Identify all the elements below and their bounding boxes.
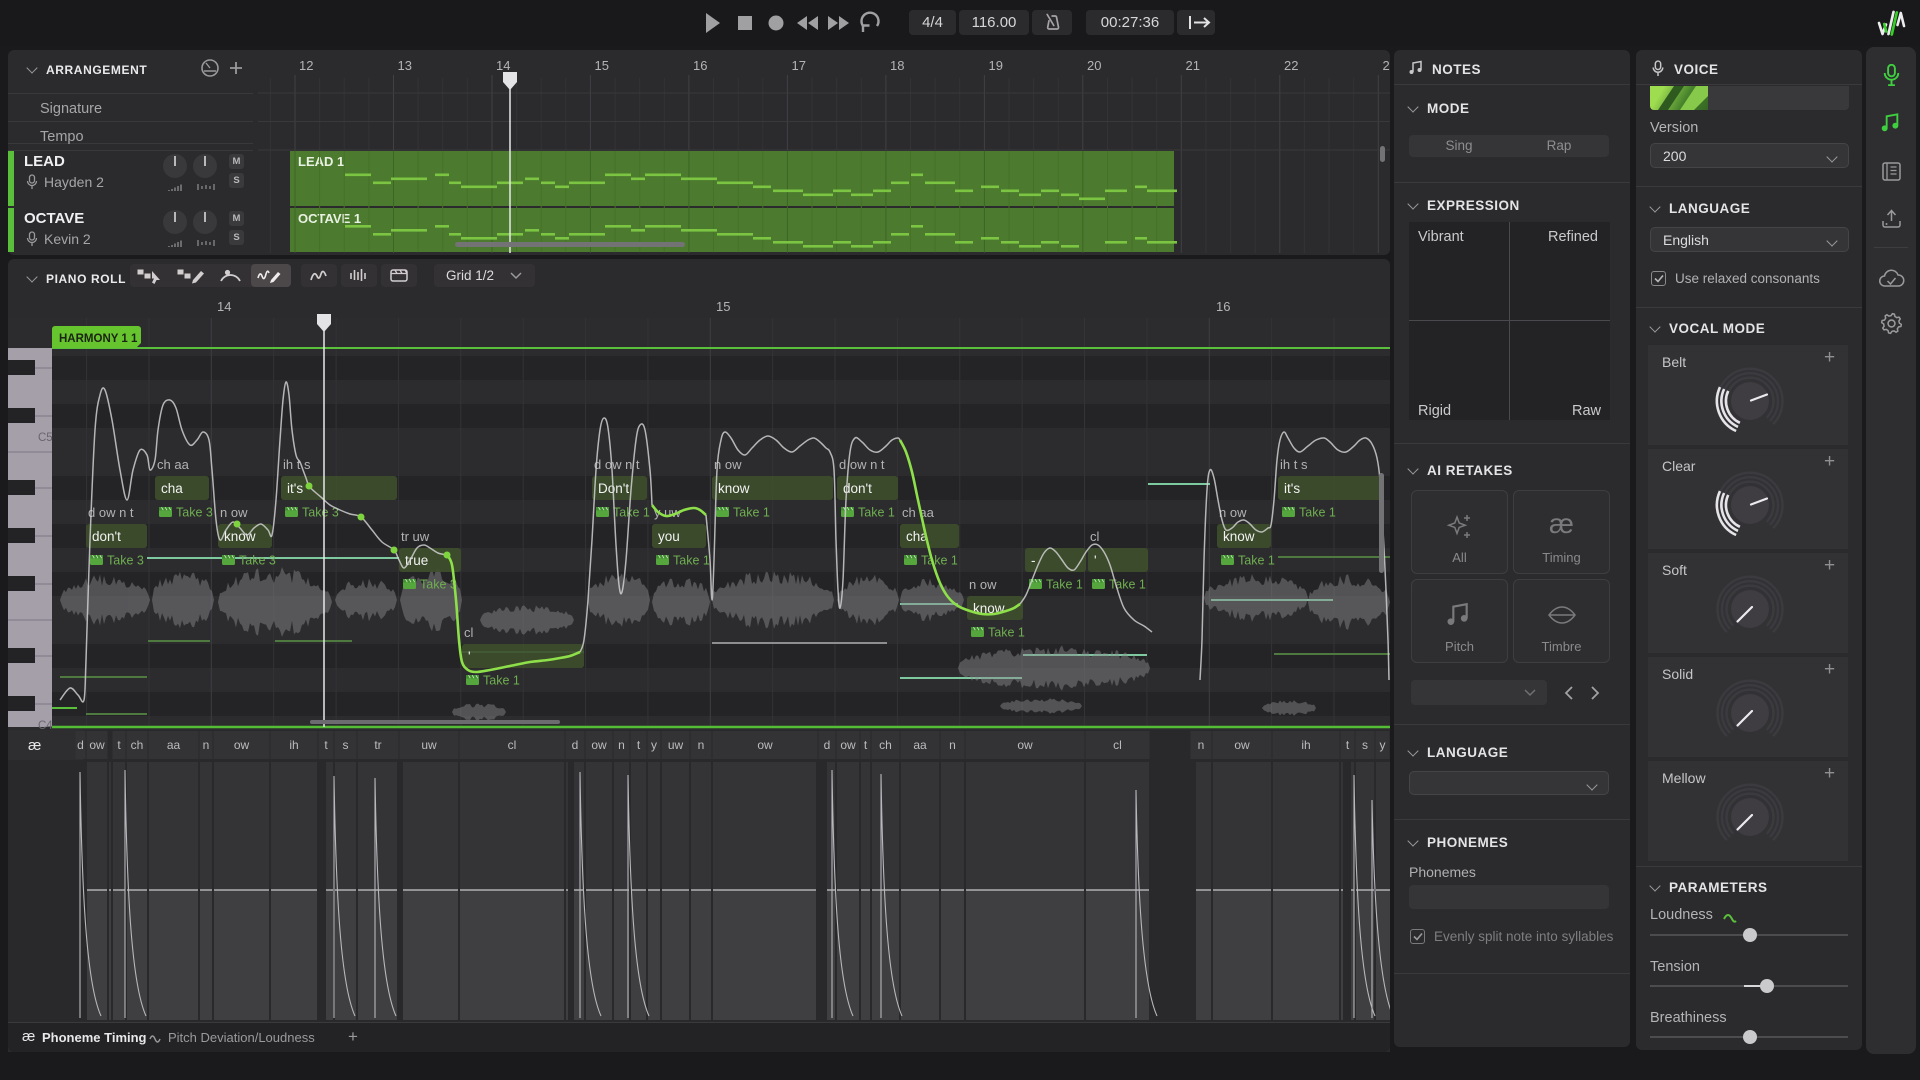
svg-text:cl: cl — [1113, 738, 1122, 752]
svg-text:Take 1: Take 1 — [921, 554, 958, 568]
svg-text:d: d — [572, 738, 579, 752]
svg-text:Take 1: Take 1 — [1299, 506, 1336, 520]
svg-text:cl: cl — [464, 625, 474, 640]
svg-text:aa: aa — [913, 738, 927, 752]
svg-text:ih t s: ih t s — [1280, 457, 1308, 472]
svg-text:12: 12 — [299, 58, 313, 73]
svg-text:uw: uw — [421, 738, 437, 752]
svg-text:cl: cl — [508, 738, 517, 752]
svg-text:æ: æ — [28, 737, 41, 754]
svg-text:22: 22 — [1284, 58, 1298, 73]
svg-text:14: 14 — [496, 58, 510, 73]
svg-text:know: know — [1223, 529, 1255, 544]
svg-text:Take 1: Take 1 — [613, 506, 650, 520]
svg-text:n: n — [203, 738, 210, 752]
svg-text:OCTAVE 1: OCTAVE 1 — [298, 211, 361, 226]
svg-text:d ow n t: d ow n t — [839, 457, 885, 472]
svg-text:ih: ih — [289, 738, 298, 752]
svg-text:LEAD 1: LEAD 1 — [298, 154, 344, 169]
svg-text:tr: tr — [374, 738, 381, 752]
svg-text:': ' — [468, 649, 471, 664]
svg-text:ch: ch — [131, 738, 144, 752]
svg-text:tr uw: tr uw — [401, 529, 430, 544]
svg-text:ch aa: ch aa — [157, 457, 190, 472]
svg-text:ow: ow — [1017, 738, 1033, 752]
svg-text:d ow n t: d ow n t — [88, 505, 134, 520]
svg-text:13: 13 — [398, 58, 412, 73]
svg-text:don't: don't — [92, 529, 121, 544]
svg-text:ow: ow — [1234, 738, 1250, 752]
svg-text:know: know — [718, 481, 750, 496]
svg-text:HARMONY 1 1: HARMONY 1 1 — [59, 333, 138, 345]
svg-text:n ow: n ow — [969, 577, 997, 592]
svg-text:ow: ow — [757, 738, 773, 752]
svg-text:n: n — [618, 738, 625, 752]
svg-text:Take 1: Take 1 — [1046, 578, 1083, 592]
svg-text:20: 20 — [1087, 58, 1101, 73]
svg-text:n: n — [949, 738, 956, 752]
svg-text:n: n — [698, 738, 705, 752]
svg-text:Take 1: Take 1 — [483, 674, 520, 688]
svg-text:s: s — [343, 738, 349, 752]
svg-text:C5: C5 — [38, 432, 53, 444]
svg-text:23: 23 — [1383, 58, 1391, 73]
svg-text:y: y — [1380, 738, 1386, 752]
svg-text:16: 16 — [1216, 299, 1230, 314]
svg-text:18: 18 — [890, 58, 904, 73]
svg-text:Take 1: Take 1 — [1238, 554, 1275, 568]
svg-text:ch: ch — [879, 738, 892, 752]
svg-text:it's: it's — [287, 481, 303, 496]
svg-text:true: true — [405, 553, 428, 568]
svg-text:Take 1: Take 1 — [988, 626, 1025, 640]
svg-text:17: 17 — [792, 58, 806, 73]
svg-text:it's: it's — [1284, 481, 1300, 496]
svg-text:-: - — [1031, 553, 1036, 568]
svg-text:Take 1: Take 1 — [673, 554, 710, 568]
svg-text:n: n — [1198, 738, 1205, 752]
svg-text:cl: cl — [1090, 529, 1100, 544]
svg-text:19: 19 — [989, 58, 1003, 73]
svg-text:': ' — [1094, 553, 1097, 568]
svg-text:Take 3: Take 3 — [239, 554, 276, 568]
svg-text:Take 3: Take 3 — [420, 578, 457, 592]
svg-text:n ow: n ow — [220, 505, 248, 520]
svg-text:y: y — [651, 738, 657, 752]
svg-text:aa: aa — [167, 738, 181, 752]
svg-text:15: 15 — [595, 58, 609, 73]
svg-text:d: d — [77, 738, 84, 752]
svg-text:Take 1: Take 1 — [733, 506, 770, 520]
svg-text:n ow: n ow — [1219, 505, 1247, 520]
svg-text:15: 15 — [716, 299, 730, 314]
svg-text:ih: ih — [1301, 738, 1310, 752]
svg-text:ow: ow — [89, 738, 105, 752]
svg-text:ow: ow — [840, 738, 856, 752]
svg-text:Take 1: Take 1 — [858, 506, 895, 520]
svg-text:uw: uw — [668, 738, 684, 752]
svg-text:14: 14 — [217, 299, 231, 314]
svg-text:s: s — [1362, 738, 1368, 752]
svg-text:d: d — [824, 738, 831, 752]
svg-text:21: 21 — [1186, 58, 1200, 73]
svg-text:Take 3: Take 3 — [176, 506, 213, 520]
svg-text:you: you — [658, 529, 680, 544]
svg-text:Take 3: Take 3 — [107, 554, 144, 568]
svg-text:16: 16 — [693, 58, 707, 73]
svg-text:cha: cha — [161, 481, 183, 496]
svg-text:ow: ow — [234, 738, 250, 752]
svg-text:ow: ow — [591, 738, 607, 752]
